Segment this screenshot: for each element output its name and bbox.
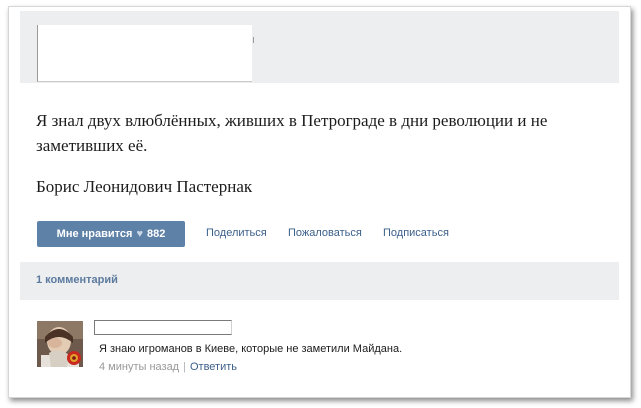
user-avatar[interactable]: [37, 321, 83, 367]
post-text: Я знал двух влюблённых, живших в Петрогр…: [36, 111, 548, 155]
like-count: 882: [146, 228, 166, 240]
post-header: [20, 11, 619, 83]
comments-count[interactable]: 1 комментарий: [36, 274, 118, 286]
subscribe-link[interactable]: Подписаться: [383, 227, 449, 239]
redacted-author-block: [37, 25, 254, 82]
avatar-image: [37, 321, 83, 367]
redacted-commenter-name: [94, 320, 232, 335]
like-button[interactable]: Мне нравится ♥ 882: [37, 221, 185, 247]
like-label: Мне нравится: [56, 228, 133, 240]
post-card: Я знал двух влюблённых, живших в Петрогр…: [8, 6, 631, 398]
redaction-mark: [253, 37, 254, 43]
comment-meta: 4 минуты назад | Ответить: [99, 361, 237, 373]
reply-link[interactable]: Ответить: [190, 361, 237, 373]
meta-separator: |: [183, 361, 186, 373]
post-signature: Борис Леонидович Пастернак: [36, 177, 253, 196]
comment-time: 4 минуты назад: [99, 361, 180, 373]
report-link[interactable]: Пожаловаться: [288, 227, 362, 239]
heart-icon: ♥: [136, 228, 143, 240]
comments-header: 1 комментарий: [20, 262, 619, 300]
comment-text: Я знаю игроманов в Киеве, которые не зам…: [99, 343, 403, 355]
share-link[interactable]: Поделиться: [206, 227, 267, 239]
